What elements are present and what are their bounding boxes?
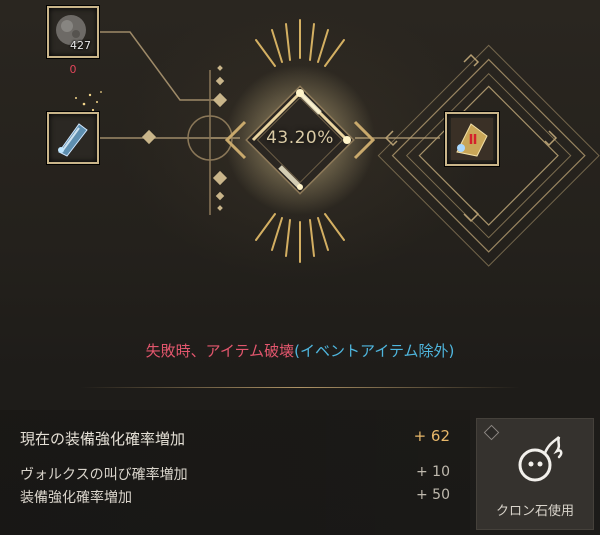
use-cron-stone-label: クロン石使用 bbox=[495, 504, 574, 519]
divider bbox=[80, 387, 520, 388]
stone-extra-count: 0 bbox=[69, 63, 77, 76]
vorks-rate-value: + 10 bbox=[416, 464, 450, 480]
sparkles bbox=[75, 91, 102, 112]
target-item-slot[interactable] bbox=[445, 112, 499, 166]
current-rate-value: + 62 bbox=[413, 427, 450, 445]
stone-count: 427 bbox=[70, 39, 91, 52]
vorks-rate-label: ヴォルクスの叫び確率増加 bbox=[20, 467, 188, 483]
warning-main: 失敗時、アイテム破壊 bbox=[145, 342, 295, 360]
equip-rate-label: 装備強化確率増加 bbox=[20, 490, 132, 506]
enhance-chance: 43.20% bbox=[266, 128, 334, 148]
current-rate-label: 現在の装備強化確率増加 bbox=[20, 430, 186, 448]
warning-note: (イベントアイテム除外) bbox=[294, 342, 455, 360]
crystal-material-slot[interactable] bbox=[47, 112, 99, 164]
enhance-item-icon bbox=[451, 118, 493, 160]
black-stone-slot[interactable]: 427 bbox=[47, 6, 99, 58]
failure-warning: 失敗時、アイテム破壊(イベントアイテム除外) bbox=[0, 340, 600, 361]
equip-rate-value: + 50 bbox=[416, 487, 450, 503]
cron-stone-icon bbox=[518, 436, 563, 482]
crystal-shard-icon bbox=[58, 123, 88, 157]
enhancement-panel: 427 0 43.20% 失敗時、アイテム破壊(イベントアイテム除外) 現在の装… bbox=[0, 0, 600, 535]
